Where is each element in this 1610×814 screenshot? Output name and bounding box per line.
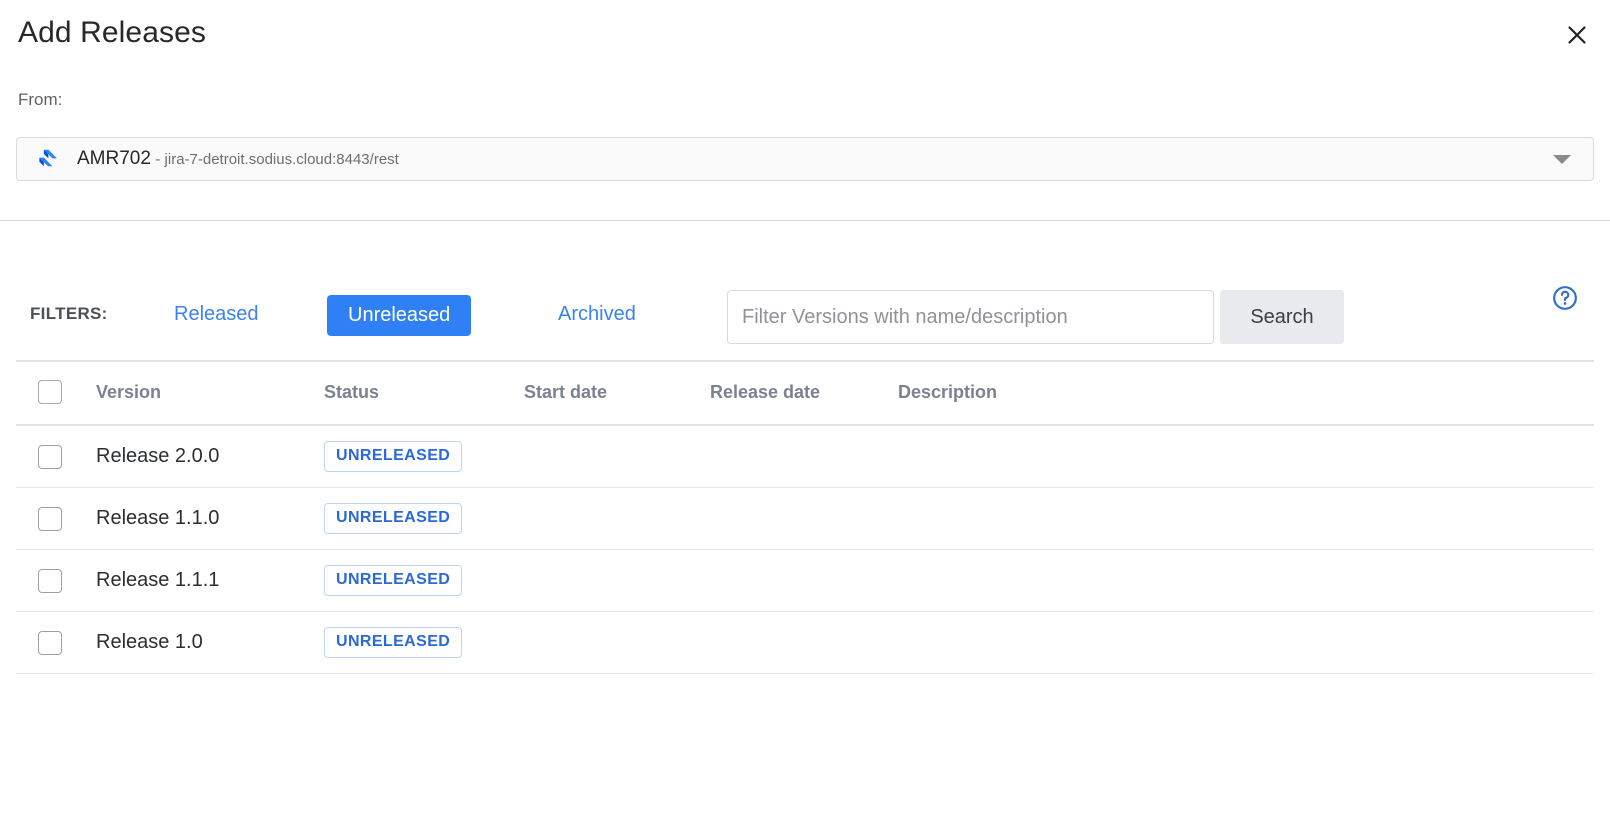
releases-table: Version Status Start date Release date D… — [16, 360, 1594, 674]
row-release-date — [710, 611, 898, 674]
row-release-date — [710, 425, 898, 488]
row-version: Release 1.0 — [96, 611, 324, 674]
row-start-date — [524, 549, 710, 612]
jira-icon — [39, 149, 57, 167]
source-project-key: AMR702 — [77, 148, 151, 169]
row-description — [898, 549, 1594, 612]
row-start-date — [524, 425, 710, 488]
filter-released[interactable]: Released — [158, 295, 275, 334]
row-checkbox[interactable] — [38, 506, 62, 531]
row-checkbox[interactable] — [38, 630, 62, 655]
row-start-date — [524, 611, 710, 674]
row-status: UNRELEASED — [324, 549, 524, 612]
select-all-checkbox[interactable] — [38, 380, 62, 404]
row-description — [898, 425, 1594, 488]
table-row[interactable]: Release 1.1.1 UNRELEASED — [16, 549, 1594, 612]
filter-unreleased[interactable]: Unreleased — [327, 295, 472, 336]
row-select-cell — [16, 611, 96, 674]
table-body: Release 2.0.0 UNRELEASED Release 1.1.0 UNRE… — [16, 425, 1594, 674]
table-row[interactable]: Release 1.0 UNRELEASED — [16, 611, 1594, 674]
row-version: Release 2.0.0 — [96, 425, 324, 488]
filter-archived[interactable]: Archived — [542, 295, 652, 334]
search-button[interactable]: Search — [1220, 290, 1344, 344]
column-header-start-date: Start date — [524, 360, 710, 426]
add-releases-dialog: Add Releases From: AMR702 - jira-7-detro… — [0, 0, 1610, 814]
row-release-date — [710, 487, 898, 550]
row-description — [898, 611, 1594, 674]
row-status: UNRELEASED — [324, 611, 524, 674]
source-server-url: - jira-7-detroit.sodius.cloud:8443/rest — [155, 151, 399, 168]
column-header-version: Version — [96, 360, 324, 426]
source-select[interactable]: AMR702 - jira-7-detroit.sodius.cloud:844… — [16, 137, 1594, 181]
status-badge: UNRELEASED — [324, 565, 463, 596]
status-badge: UNRELEASED — [324, 503, 463, 534]
row-version: Release 1.1.1 — [96, 549, 324, 612]
row-status: UNRELEASED — [324, 425, 524, 488]
table-row[interactable]: Release 1.1.0 UNRELEASED — [16, 487, 1594, 550]
column-header-release-date: Release date — [710, 360, 898, 426]
source-select-value: AMR702 - jira-7-detroit.sodius.cloud:844… — [77, 148, 399, 170]
page-title: Add Releases — [18, 16, 206, 49]
row-select-cell — [16, 487, 96, 550]
row-status: UNRELEASED — [324, 487, 524, 550]
row-start-date — [524, 487, 710, 550]
column-header-description: Description — [898, 360, 1594, 426]
row-version: Release 1.1.0 — [96, 487, 324, 550]
select-all-header — [16, 360, 96, 426]
row-checkbox[interactable] — [38, 444, 62, 469]
help-circle-icon[interactable] — [1552, 285, 1578, 311]
column-header-status: Status — [324, 360, 524, 426]
status-badge: UNRELEASED — [324, 441, 463, 472]
row-release-date — [710, 549, 898, 612]
search-input[interactable] — [727, 290, 1214, 344]
close-button[interactable] — [1562, 20, 1592, 50]
row-description — [898, 487, 1594, 550]
row-select-cell — [16, 425, 96, 488]
filters-label: FILTERS: — [30, 304, 108, 323]
source-label: From: — [18, 90, 63, 109]
row-select-cell — [16, 549, 96, 612]
chevron-down-icon[interactable] — [1553, 154, 1571, 164]
section-divider — [0, 220, 1610, 221]
filters-bar: FILTERS: Released Unreleased Archived Se… — [0, 286, 1610, 348]
table-row[interactable]: Release 2.0.0 UNRELEASED — [16, 425, 1594, 488]
status-badge: UNRELEASED — [324, 627, 463, 658]
close-icon — [1568, 26, 1586, 44]
row-checkbox[interactable] — [38, 568, 62, 593]
table-header-row: Version Status Start date Release date D… — [16, 360, 1594, 426]
